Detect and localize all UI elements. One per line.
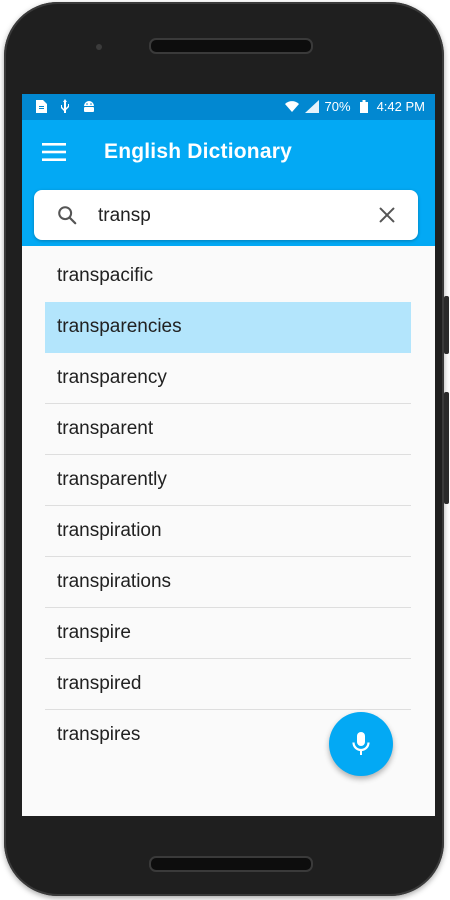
list-item[interactable]: transpired [45,659,411,710]
battery-percent: 70% [324,99,351,114]
phone-frame: 70% 4:42 PM English Dictionary transp tr… [4,2,444,896]
list-item[interactable]: transpacific [45,251,411,302]
search-box [34,190,418,240]
hamburger-menu-icon [42,143,66,161]
list-item-selected[interactable]: transparencies [45,302,411,353]
volume-button [444,392,449,504]
list-item[interactable]: transparent [45,404,411,455]
microphone-icon [352,732,370,755]
status-bar: 70% 4:42 PM [22,94,435,120]
app-title: English Dictionary [104,140,292,163]
results-list: transpacific transparencies transparency… [45,251,411,760]
bottom-speaker [149,856,313,872]
app-bar: English Dictionary [22,120,435,184]
search-area [22,184,435,246]
signal-icon [304,100,319,114]
front-camera [96,44,102,50]
voice-search-button[interactable] [329,712,393,776]
battery-icon [357,100,371,114]
search-icon [58,206,77,225]
wifi-icon [284,100,299,114]
search-input[interactable] [96,200,360,232]
power-button [444,296,449,354]
app-screen: 70% 4:42 PM English Dictionary transp tr… [22,94,435,816]
android-icon [82,99,96,113]
status-time: 4:42 PM [376,99,425,114]
list-item[interactable]: transparency [45,353,411,404]
file-icon [34,99,48,113]
list-item[interactable]: transpiration [45,506,411,557]
usb-icon [58,99,72,113]
list-item[interactable]: transpire [45,608,411,659]
menu-button[interactable] [40,140,68,164]
top-speaker [149,38,313,54]
close-icon[interactable] [376,204,398,226]
list-item[interactable]: transpirations [45,557,411,608]
list-item[interactable]: transparently [45,455,411,506]
